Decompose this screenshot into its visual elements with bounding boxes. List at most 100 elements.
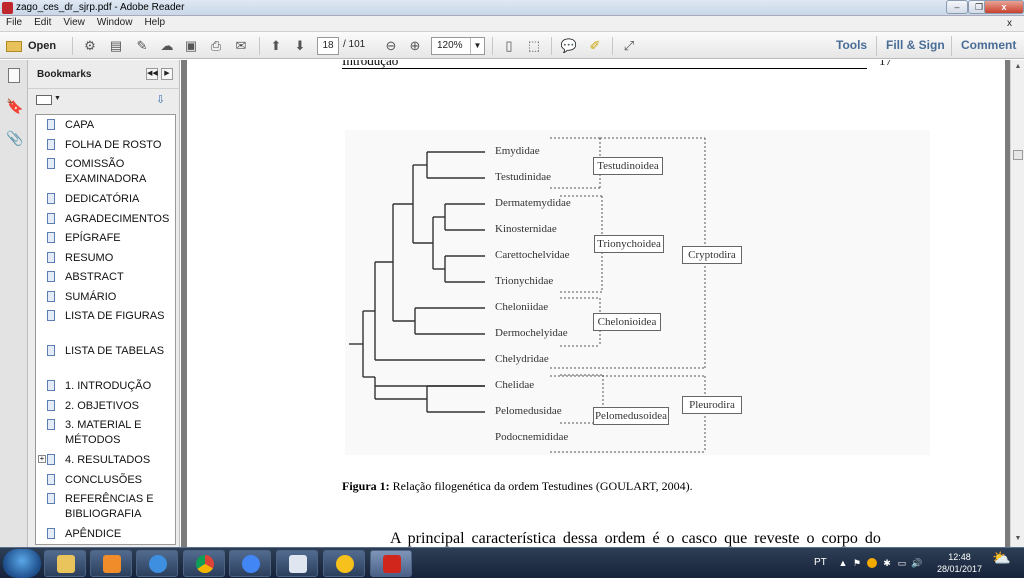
bookmark-label: AGRADECIMENTOS [65, 212, 170, 225]
bookmark-item[interactable]: CAPA [47, 118, 175, 133]
previous-page-icon[interactable]: ⬆ [266, 37, 286, 55]
toolbar: Open ⚙ ▤ ✎ ☁ ▣ ⎙ ✉ ⬆ ⬇ 18 / 101 ⊖ ⊕ 120%… [0, 32, 1024, 59]
tray-app-icon[interactable] [867, 558, 877, 568]
network-icon[interactable]: ▭ [897, 558, 907, 568]
expand-icon[interactable]: + [38, 455, 46, 463]
bookmark-item[interactable]: 1. INTRODUÇÃO [47, 379, 175, 394]
media-player-taskbar-button[interactable] [90, 550, 132, 577]
scroll-down-icon[interactable]: ▼ [1012, 533, 1024, 545]
bookmark-item[interactable]: SUMÁRIO [47, 290, 175, 305]
bookmark-item[interactable]: RESUMO [47, 251, 175, 266]
bookmark-label: FOLHA DE ROSTO [65, 138, 162, 151]
menu-view[interactable]: View [57, 16, 91, 28]
chrome-app-taskbar-button[interactable] [229, 550, 271, 577]
menu-file[interactable]: File [0, 16, 28, 28]
taxon-label: Pelomedusidae [495, 405, 562, 417]
bookmark-item[interactable]: EPÍGRAFE [47, 231, 175, 246]
comment-button[interactable]: Comment [961, 38, 1016, 52]
attachments-icon[interactable]: 📎 [6, 130, 23, 148]
options-menu-icon[interactable] [36, 95, 52, 105]
full-screen-icon[interactable]: ⤢ [619, 37, 639, 55]
bookmark-item[interactable]: +4. RESULTADOS [38, 453, 175, 468]
bookmark-icon [47, 493, 55, 504]
scroll-up-icon[interactable]: ▲ [1012, 61, 1024, 73]
email-icon[interactable]: ✉ [231, 37, 251, 55]
page-number-input[interactable]: 18 [317, 37, 339, 55]
chrome-app-icon [242, 555, 260, 573]
chrome-taskbar-button[interactable] [183, 550, 225, 577]
bookmark-item[interactable]: FOLHA DE ROSTO [47, 138, 175, 153]
edit-pdf-icon[interactable]: ✎ [132, 37, 152, 55]
close-document-button[interactable]: x [1001, 17, 1018, 29]
tools-button[interactable]: Tools [836, 38, 867, 52]
adobe-reader-taskbar-button[interactable] [370, 550, 412, 577]
next-page-icon[interactable]: ⬇ [290, 37, 310, 55]
document-taskbar-button[interactable] [276, 550, 318, 577]
weather-icon[interactable]: ⛅ [992, 551, 1011, 566]
app-icon [336, 555, 354, 573]
action-center-icon[interactable]: ⚑ [852, 558, 862, 568]
document-view[interactable]: Introdução 17 Emydidae Testudinidae Derm… [181, 60, 1010, 547]
highlight-icon[interactable]: ✐ [585, 37, 605, 55]
tray-app-icon[interactable]: ✱ [882, 558, 892, 568]
zoom-select[interactable]: 120% ▼ [431, 37, 485, 55]
bookmarks-list: CAPA FOLHA DE ROSTO COMISSÃO EXAMINADORA DE… [35, 114, 176, 545]
bookmark-item[interactable]: APÊNDICE [47, 527, 175, 542]
bookmark-icon [47, 528, 55, 539]
bookmark-item[interactable]: DEDICATÓRIA [47, 192, 175, 207]
taxon-label: Kinosternidae [495, 223, 557, 235]
panel-next-icon[interactable]: ▶ [161, 68, 173, 80]
fit-width-icon[interactable]: ⬚ [524, 37, 544, 55]
bookmarks-panel: Bookmarks ◀◀ ▶ ▼ ⇩ CAPA FOLHA DE ROSTO COM… [28, 60, 180, 547]
bookmark-item[interactable]: 2. OBJETIVOS [47, 399, 175, 414]
bookmarks-icon[interactable]: 🔖 [6, 98, 23, 116]
bookmark-item[interactable]: LISTA DE FIGURAS [47, 309, 175, 324]
bookmark-item[interactable]: 3. MATERIAL E MÉTODOS [47, 418, 175, 448]
clock[interactable]: 12:48 28/01/2017 [937, 551, 982, 575]
menu-help[interactable]: Help [138, 16, 171, 28]
menu-window[interactable]: Window [91, 16, 139, 28]
phylogenetic-figure: Emydidae Testudinidae Dermatemydidae Kin… [345, 130, 930, 455]
bookmark-item[interactable]: COMISSÃO EXAMINADORA [47, 157, 175, 187]
bookmark-item[interactable]: AGRADECIMENTOS [47, 212, 175, 227]
adobe-reader-icon [383, 555, 401, 573]
sticky-note-icon[interactable]: 💬 [559, 37, 579, 55]
app-taskbar-button[interactable] [323, 550, 365, 577]
upload-cloud-icon[interactable]: ☁ [157, 37, 177, 55]
vertical-scrollbar[interactable]: ▲ ▼ [1010, 60, 1024, 547]
export-pdf-icon[interactable]: ▤ [106, 37, 126, 55]
language-indicator[interactable]: PT [814, 557, 827, 568]
bookmarks-tools: ▼ ⇩ [28, 88, 180, 110]
chevron-down-icon[interactable]: ▼ [54, 95, 61, 102]
expand-bookmark-icon[interactable]: ⇩ [156, 93, 168, 106]
bookmark-item[interactable]: ABSTRACT [47, 270, 175, 285]
print-icon[interactable]: ⎙ [206, 37, 226, 55]
page-number: 17 [879, 60, 892, 68]
volume-icon[interactable]: 🔊 [911, 558, 922, 568]
show-hidden-icons-icon[interactable]: ▲ [838, 558, 848, 568]
bookmark-label: SUMÁRIO [65, 290, 117, 303]
save-icon[interactable]: ▣ [181, 37, 201, 55]
file-explorer-taskbar-button[interactable] [44, 550, 86, 577]
scrollbar-thumb[interactable] [1013, 150, 1023, 160]
zoom-out-icon[interactable]: ⊖ [381, 37, 401, 55]
fit-page-icon[interactable]: ▯ [499, 37, 519, 55]
internet-explorer-taskbar-button[interactable] [136, 550, 178, 577]
collapse-panel-icon[interactable]: ◀◀ [146, 68, 158, 80]
page-thumbnails-icon[interactable] [8, 68, 20, 83]
close-button[interactable]: x [984, 0, 1024, 14]
create-pdf-icon[interactable]: ⚙ [80, 37, 100, 55]
chrome-icon [196, 555, 214, 573]
bookmark-item[interactable]: REFERÊNCIAS E BIBLIOGRAFIA [47, 492, 175, 522]
pdf-app-icon [2, 2, 13, 14]
taskbar: PT ▲ ⚑ ✱ ▭ 🔊 12:48 28/01/2017 ⛅ [0, 547, 1024, 578]
open-button[interactable]: Open [6, 37, 56, 55]
fill-sign-button[interactable]: Fill & Sign [886, 38, 945, 52]
menu-edit[interactable]: Edit [28, 16, 57, 28]
minimize-button[interactable]: – [946, 0, 968, 14]
chevron-down-icon[interactable]: ▼ [470, 38, 484, 54]
bookmark-item[interactable]: LISTA DE TABELAS [47, 344, 175, 359]
start-button[interactable] [3, 549, 41, 578]
zoom-in-icon[interactable]: ⊕ [405, 37, 425, 55]
bookmark-item[interactable]: CONCLUSÕES [47, 473, 175, 488]
